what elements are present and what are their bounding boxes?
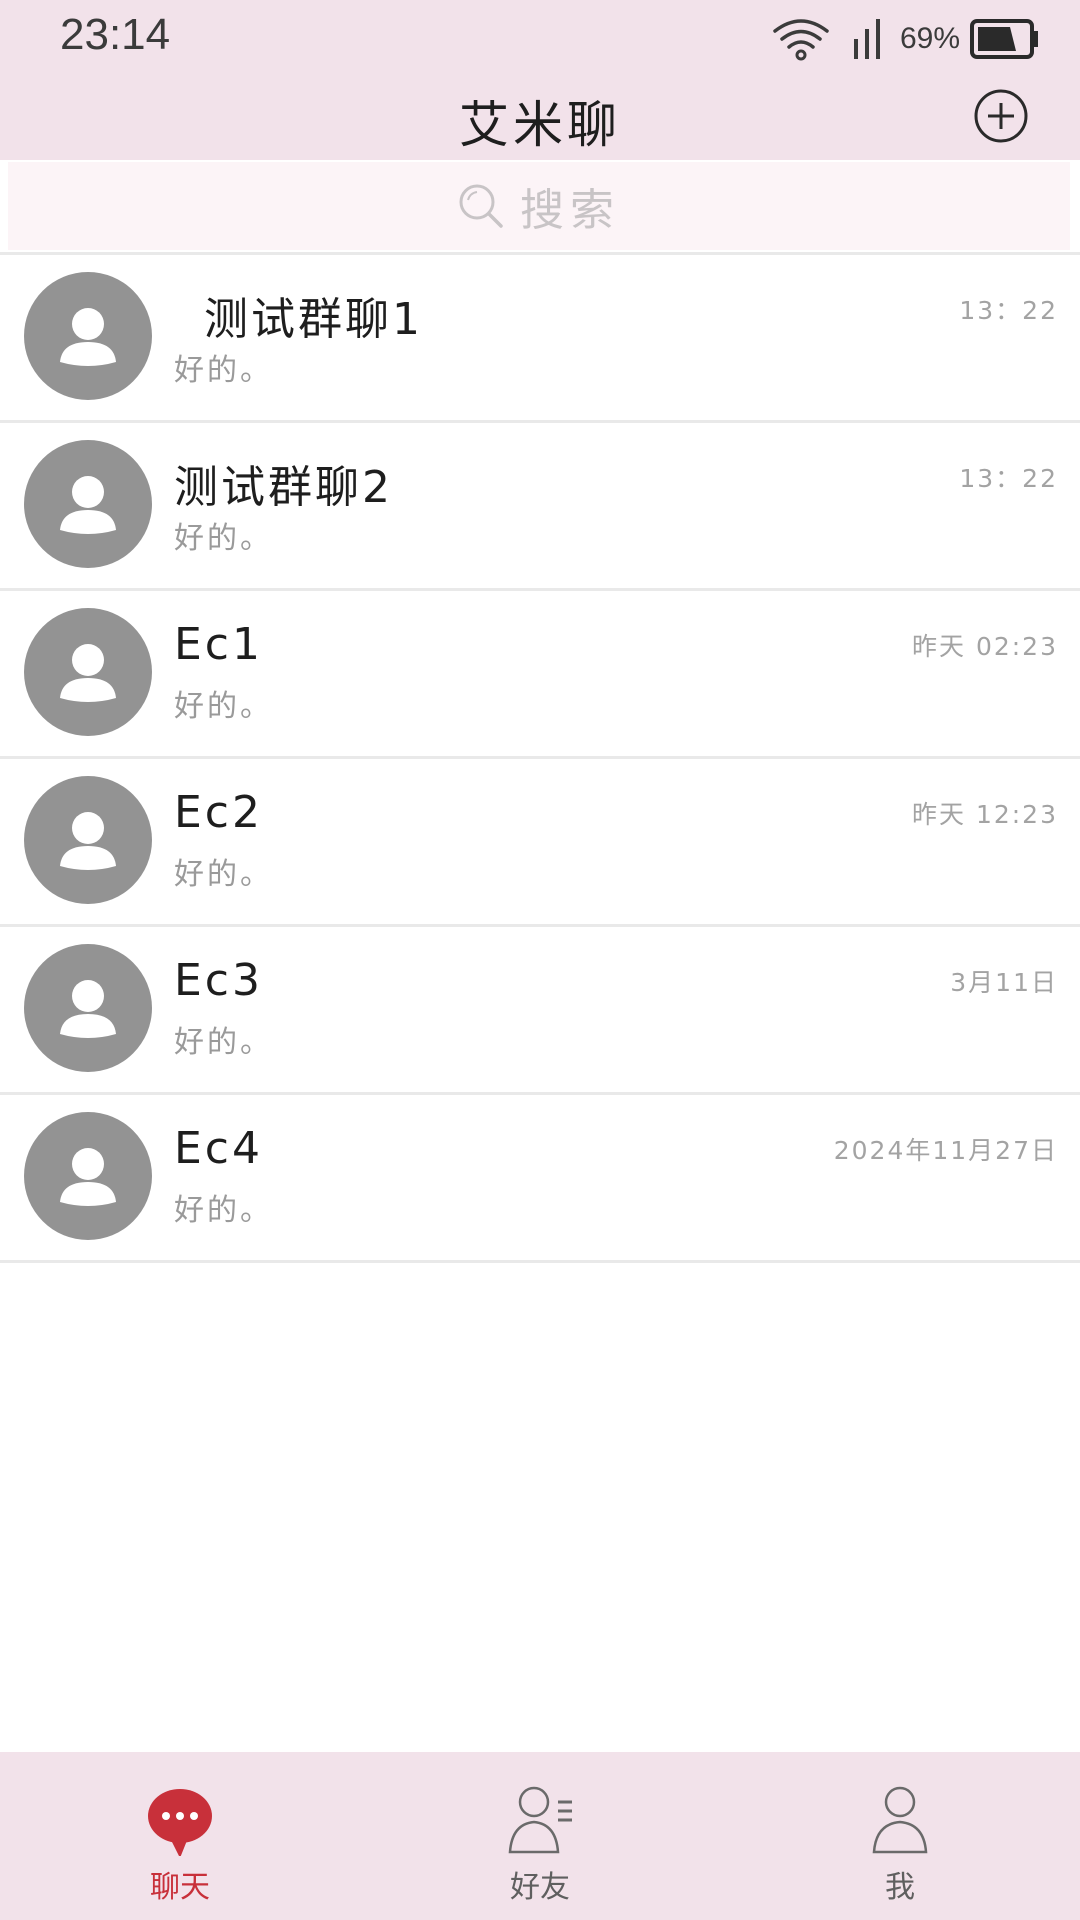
chat-item[interactable]: 测试群聊2 好的。 13：22 (0, 423, 1080, 591)
chat-list: 测试群聊1 好的。 13：22 测试群聊2 好的。 13：22 Ec1 好的。 … (0, 255, 1080, 1263)
status-time: 23:14 (60, 10, 171, 59)
chat-time: 昨天 02:23 (912, 632, 1058, 661)
tab-label: 聊天 (150, 1870, 210, 1905)
chat-time: 13：22 (959, 296, 1058, 325)
avatar (24, 272, 152, 400)
chat-preview: 好的。 (174, 521, 273, 556)
wifi-icon (773, 19, 829, 61)
chat-name: Ec3 (174, 955, 263, 1006)
chat-name: Ec1 (174, 619, 263, 670)
add-button[interactable] (973, 88, 1029, 144)
chat-time: 昨天 12:23 (912, 800, 1058, 829)
chat-preview: 好的。 (174, 689, 273, 724)
chat-item[interactable]: Ec2 好的。 昨天 12:23 (0, 759, 1080, 927)
app-header: 艾米聊 (0, 75, 1080, 160)
search-icon (459, 184, 503, 228)
avatar (24, 944, 152, 1072)
chat-item[interactable]: Ec4 好的。 2024年11月27日 (0, 1095, 1080, 1263)
chat-preview: 好的。 (174, 857, 273, 892)
status-indicators: 69% (772, 14, 1040, 64)
person-icon (60, 476, 116, 534)
person-icon (60, 980, 116, 1038)
person-icon (60, 308, 116, 366)
status-bar: 23:14 69% (0, 0, 1080, 75)
search-input[interactable]: 搜索 (8, 162, 1070, 250)
profile-icon (872, 1786, 928, 1854)
avatar (24, 608, 152, 736)
person-icon (60, 644, 116, 702)
chat-time: 3月11日 (950, 968, 1058, 997)
signal-icon (853, 19, 880, 59)
bottom-tab-bar: 聊天 好友 我 (0, 1752, 1080, 1920)
chat-item[interactable]: Ec1 好的。 昨天 02:23 (0, 591, 1080, 759)
avatar (24, 776, 152, 904)
tab-label: 我 (885, 1870, 915, 1905)
avatar (24, 1112, 152, 1240)
tab-me[interactable]: 我 (800, 1752, 1000, 1920)
search-container: 搜索 (0, 160, 1080, 252)
chat-item[interactable]: 测试群聊1 好的。 13：22 (0, 255, 1080, 423)
chat-preview: 好的。 (174, 1193, 273, 1228)
search-placeholder: 搜索 (520, 185, 620, 236)
battery-icon (970, 19, 1038, 59)
chat-bubble-icon (148, 1789, 212, 1856)
tab-chats[interactable]: 聊天 (80, 1752, 280, 1920)
tab-label: 好友 (510, 1870, 570, 1905)
chat-name: 测试群聊2 (174, 462, 393, 513)
chat-preview: 好的。 (174, 1025, 273, 1060)
friends-icon (508, 1786, 572, 1854)
page-title: 艾米聊 (459, 96, 621, 154)
person-icon (60, 1148, 116, 1206)
chat-name: 测试群聊1 (204, 294, 423, 345)
plus-circle-icon (974, 89, 1028, 143)
tab-friends[interactable]: 好友 (440, 1752, 640, 1920)
chat-preview: 好的。 (174, 353, 273, 388)
chat-time: 13：22 (959, 464, 1058, 493)
battery-percent: 69% (899, 22, 960, 55)
person-icon (60, 812, 116, 870)
avatar (24, 440, 152, 568)
chat-name: Ec4 (174, 1123, 263, 1174)
chat-item[interactable]: Ec3 好的。 3月11日 (0, 927, 1080, 1095)
chat-name: Ec2 (174, 787, 263, 838)
chat-time: 2024年11月27日 (833, 1136, 1058, 1165)
